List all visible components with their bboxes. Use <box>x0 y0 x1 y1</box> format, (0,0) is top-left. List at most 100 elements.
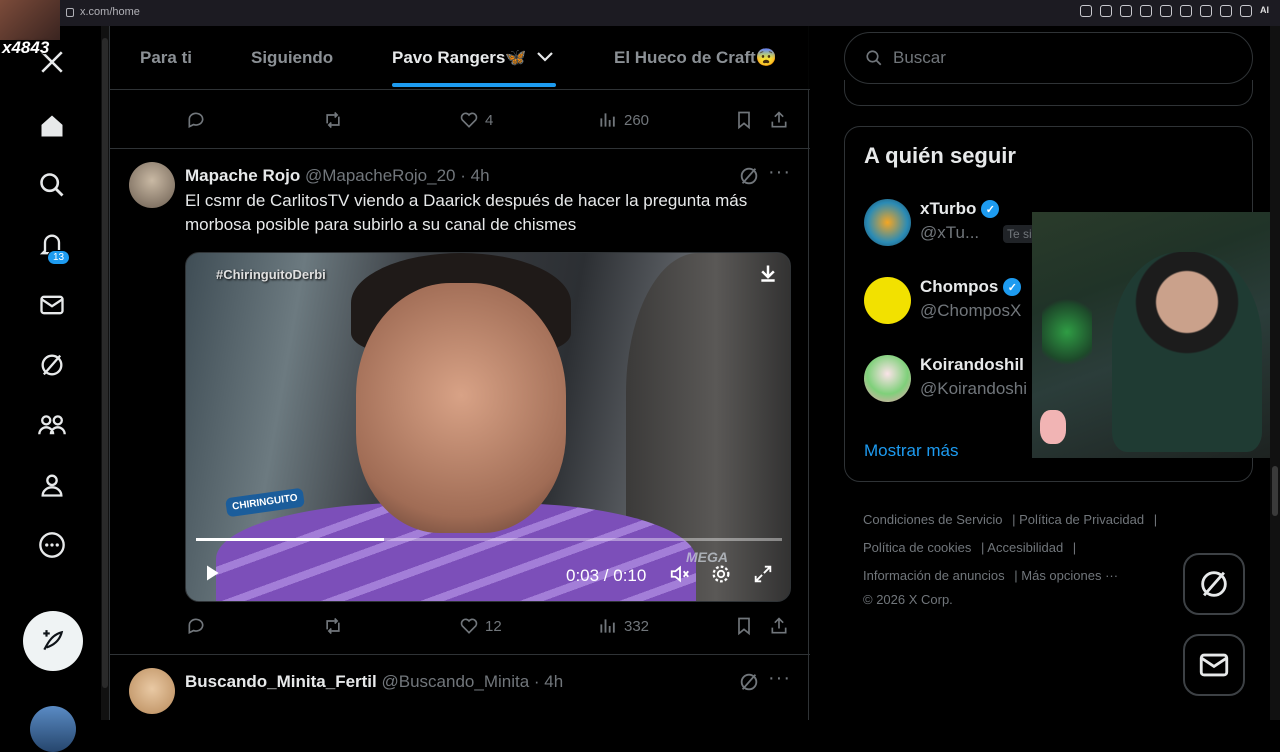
pin-icon[interactable] <box>1100 5 1112 17</box>
avatar[interactable] <box>129 668 175 714</box>
settings-gear-icon[interactable] <box>710 563 732 590</box>
share-icon[interactable] <box>769 616 789 636</box>
post-header: Buscando_Minita_Fertil @Buscando_Minita … <box>185 672 563 692</box>
more-icon[interactable]: ··· <box>768 161 791 184</box>
zoom-icon[interactable] <box>1080 5 1092 17</box>
show-more-link[interactable]: Mostrar más <box>864 441 958 461</box>
grok-icon[interactable] <box>738 165 760 192</box>
download-icon[interactable] <box>758 263 778 289</box>
play-icon[interactable] <box>1160 5 1172 17</box>
who-to-follow-title: A quién seguir <box>864 143 1016 168</box>
suggestion-name[interactable]: xTurbo ✓ <box>920 199 1000 219</box>
page-scrollbar[interactable] <box>1270 26 1280 720</box>
active-tab-indicator <box>392 83 556 87</box>
heart-icon <box>460 112 478 128</box>
suggestion-handle: @Koirandoshi <box>920 379 1028 398</box>
communities-icon[interactable] <box>36 409 68 441</box>
volume-icon[interactable] <box>668 563 692 590</box>
suggestion-handle: @ChomposX <box>920 301 1022 320</box>
tab-siguiendo[interactable]: Siguiendo <box>251 48 333 68</box>
footer-link[interactable]: Accesibilidad <box>987 540 1063 555</box>
address-bar[interactable]: x.com/home <box>66 6 140 18</box>
post-actions: 12 332 <box>110 616 810 640</box>
messages-floating-button[interactable] <box>1183 634 1245 696</box>
video-watermark: #ChiringuitoDerbi <box>216 267 326 282</box>
search-icon[interactable] <box>36 169 68 201</box>
tab-el-hueco-de-craft[interactable]: El Hueco de Craft😨 <box>614 48 777 68</box>
author-name[interactable]: Buscando_Minita_Fertil <box>185 672 377 691</box>
fullscreen-icon[interactable] <box>752 563 774 590</box>
like-button[interactable]: 4 <box>459 110 493 130</box>
more-icon[interactable]: ··· <box>768 667 791 690</box>
heart-icon[interactable] <box>1180 5 1192 17</box>
grok-floating-button[interactable] <box>1183 553 1245 615</box>
play-button[interactable] <box>202 563 222 588</box>
verified-badge-icon: ✓ <box>981 200 1000 218</box>
video-player[interactable]: #ChiringuitoDerbi CHIRINGUITO MEGA 0:03 … <box>185 252 791 602</box>
grok-icon[interactable] <box>36 349 68 381</box>
video-progress-bar[interactable] <box>196 538 782 541</box>
browser-toolbar: x.com/home AI <box>0 0 1280 26</box>
more-options-icon[interactable] <box>36 529 68 561</box>
bookmark-icon[interactable] <box>734 616 754 636</box>
edit-icon[interactable] <box>1240 5 1252 17</box>
reply-icon[interactable] <box>186 110 206 130</box>
compose-post-button[interactable] <box>23 611 83 671</box>
streamer-webcam-overlay <box>1032 212 1280 458</box>
share-icon[interactable] <box>769 110 789 130</box>
post-mapache-rojo[interactable]: Mapache Rojo @MapacheRojo_20 · 4h ··· El… <box>110 149 810 655</box>
footer-link[interactable]: Más opciones ··· <box>1021 568 1118 583</box>
messages-icon[interactable] <box>36 289 68 321</box>
views-count: 332 <box>624 617 650 635</box>
suggestion-name[interactable]: Koirandoshil <box>920 355 1024 375</box>
avatar[interactable] <box>864 277 911 324</box>
sidebar-nav: 13 <box>0 26 100 752</box>
shield-icon[interactable] <box>1140 5 1152 17</box>
author-handle[interactable]: @Buscando_Minita <box>382 672 530 691</box>
grok-icon[interactable] <box>738 671 760 698</box>
profile-icon[interactable] <box>36 469 68 501</box>
grok-icon <box>1201 571 1227 597</box>
search-input[interactable]: Buscar <box>844 32 1253 84</box>
timeline: Para ti Siguiendo Pavo Rangers🦋 El Hueco… <box>109 26 810 720</box>
post-buscando-minita[interactable]: Buscando_Minita_Fertil @Buscando_Minita … <box>110 655 810 720</box>
tab-pavo-rangers[interactable]: Pavo Rangers🦋 <box>392 48 527 68</box>
bookmark-icon[interactable] <box>1120 5 1132 17</box>
menu-icon[interactable] <box>1220 5 1232 17</box>
author-handle[interactable]: @MapacheRojo_20 <box>305 166 456 185</box>
post-header: Mapache Rojo @MapacheRojo_20 · 4h <box>185 166 490 186</box>
timeline-tabs: Para ti Siguiendo Pavo Rangers🦋 El Hueco… <box>110 26 810 90</box>
like-button[interactable]: 12 <box>459 616 502 636</box>
extension-icon[interactable] <box>1200 5 1212 17</box>
notification-badge: 13 <box>47 250 71 265</box>
reply-icon[interactable] <box>186 616 206 636</box>
footer-link[interactable]: Política de Privacidad <box>1019 512 1144 527</box>
avatar[interactable] <box>129 162 175 208</box>
repost-icon[interactable] <box>322 110 344 130</box>
bookmark-icon[interactable] <box>734 110 754 130</box>
stream-tag: x4843 <box>2 38 50 57</box>
post-time[interactable]: · 4h <box>460 166 489 185</box>
chevron-down-icon[interactable] <box>536 50 554 69</box>
search-placeholder: Buscar <box>893 48 946 67</box>
account-avatar[interactable] <box>30 706 76 752</box>
suggestion-name[interactable]: Chompos ✓ <box>920 277 1022 297</box>
views-button[interactable]: 260 <box>598 110 649 130</box>
video-frame-face <box>356 283 566 533</box>
repost-icon[interactable] <box>322 616 344 636</box>
author-name[interactable]: Mapache Rojo <box>185 166 300 185</box>
post-time[interactable]: · 4h <box>534 672 563 691</box>
views-chart-icon <box>600 113 615 127</box>
ai-extension[interactable]: AI <box>1260 5 1272 17</box>
avatar[interactable] <box>864 199 911 246</box>
home-icon[interactable] <box>36 110 68 142</box>
footer-link[interactable]: Información de anuncios <box>863 568 1005 583</box>
post-text: El csmr de CarlitosTV viendo a Daarick d… <box>185 191 748 234</box>
tab-para-ti[interactable]: Para ti <box>140 48 192 68</box>
avatar[interactable] <box>864 355 911 402</box>
views-chart-icon <box>600 619 615 633</box>
views-button[interactable]: 332 <box>598 616 649 636</box>
footer-link[interactable]: Condiciones de Servicio <box>863 512 1002 527</box>
footer-link[interactable]: Política de cookies <box>863 540 971 555</box>
left-scrollbar[interactable] <box>101 26 109 720</box>
